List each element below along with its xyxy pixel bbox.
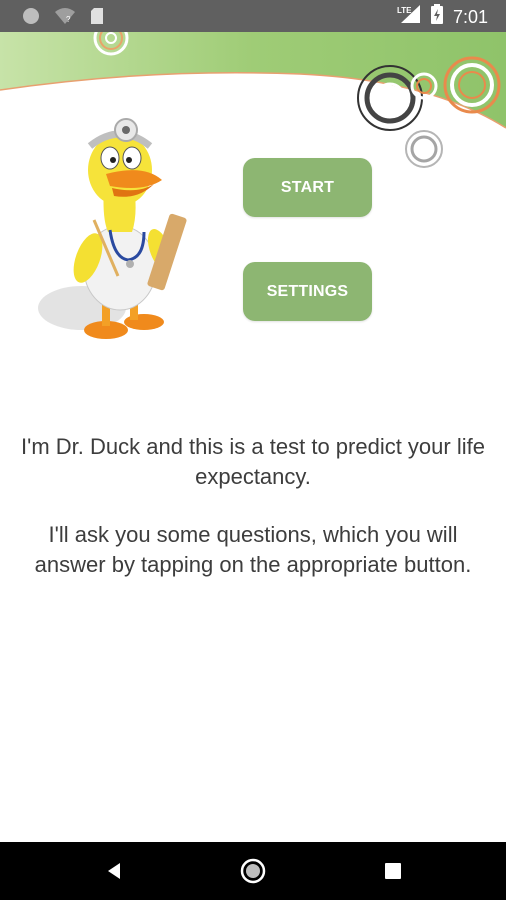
wifi-question-icon: ?: [54, 7, 76, 30]
settings-button[interactable]: SETTINGS: [243, 262, 372, 321]
status-right-icons: LTE 7:01: [397, 4, 488, 29]
status-left-icons: ?: [22, 7, 104, 30]
start-button[interactable]: START: [243, 158, 372, 217]
status-bar: ? LTE 7:01: [0, 0, 506, 32]
dr-duck-illustration: [38, 118, 187, 339]
battery-charging-icon: [430, 4, 443, 29]
lte-signal-icon: LTE: [397, 4, 421, 29]
back-icon[interactable]: [100, 856, 130, 886]
intro-paragraph-2: I'll ask you some questions, which you w…: [34, 522, 472, 577]
intro-paragraph-1: I'm Dr. Duck and this is a test to predi…: [21, 434, 485, 489]
navigation-bar: [0, 842, 506, 900]
status-time: 7:01: [452, 6, 488, 27]
svg-text:?: ?: [66, 15, 71, 24]
recents-icon[interactable]: [378, 856, 408, 886]
home-icon[interactable]: [238, 856, 268, 886]
intro-text: I'm Dr. Duck and this is a test to predi…: [20, 432, 486, 580]
network-label: LTE: [397, 6, 412, 15]
sd-card-icon: [90, 7, 104, 30]
notification-circle-icon: [22, 7, 40, 30]
